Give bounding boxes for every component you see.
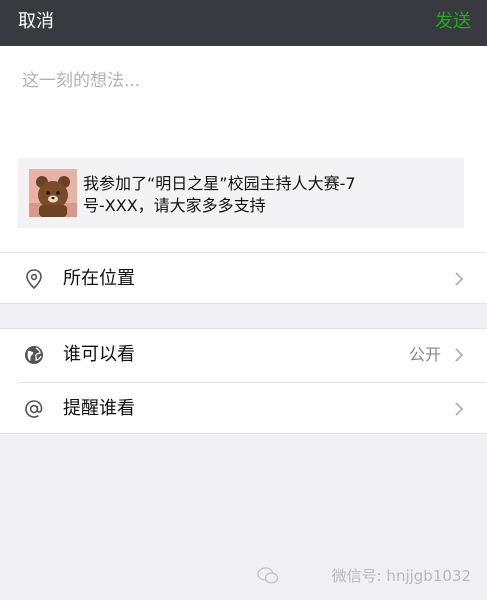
link-title-line2: 号-XXX，请大家多多支持 — [83, 196, 266, 215]
top-navbar: 取消 发送 — [0, 0, 487, 46]
send-button[interactable]: 发送 — [435, 11, 471, 33]
location-label: 所在位置 — [63, 268, 135, 289]
privacy-group: 谁可以看 公开 提醒谁看 — [0, 328, 487, 434]
location-group: 所在位置 — [0, 252, 487, 304]
compose-area: 我参加了“明日之星”校园主持人大赛-7 号-XXX，请大家多多支持 — [0, 46, 487, 252]
chevron-right-icon — [455, 272, 464, 286]
location-row[interactable]: 所在位置 — [0, 253, 487, 305]
remind-who-label: 提醒谁看 — [63, 398, 135, 419]
link-title: 我参加了“明日之星”校园主持人大赛-7 号-XXX，请大家多多支持 — [83, 173, 383, 217]
globe-icon — [25, 346, 43, 364]
moments-compose-screen: 取消 发送 我参加了“明日之星”校园 — [0, 0, 487, 600]
link-title-line1: 我参加了“明日之星”校园主持人大赛-7 — [83, 174, 356, 193]
chevron-right-icon — [455, 348, 464, 362]
chevron-right-icon — [455, 402, 464, 416]
who-can-see-label: 谁可以看 — [63, 344, 135, 365]
visibility-value: 公开 — [408, 345, 441, 364]
remind-who-row[interactable]: 提醒谁看 — [0, 383, 487, 435]
watermark-text: 微信号: hnjjgb1032 — [331, 567, 471, 585]
brown-bear-avatar — [29, 169, 77, 217]
who-can-see-row[interactable]: 谁可以看 公开 — [0, 329, 487, 383]
wechat-icon — [257, 567, 279, 584]
link-thumbnail — [29, 169, 77, 217]
post-text-input[interactable] — [22, 66, 462, 146]
cancel-button[interactable]: 取消 — [18, 11, 54, 33]
location-pin-icon — [26, 269, 42, 290]
shared-link-card[interactable]: 我参加了“明日之星”校园主持人大赛-7 号-XXX，请大家多多支持 — [18, 158, 464, 228]
at-sign-icon — [25, 400, 43, 418]
